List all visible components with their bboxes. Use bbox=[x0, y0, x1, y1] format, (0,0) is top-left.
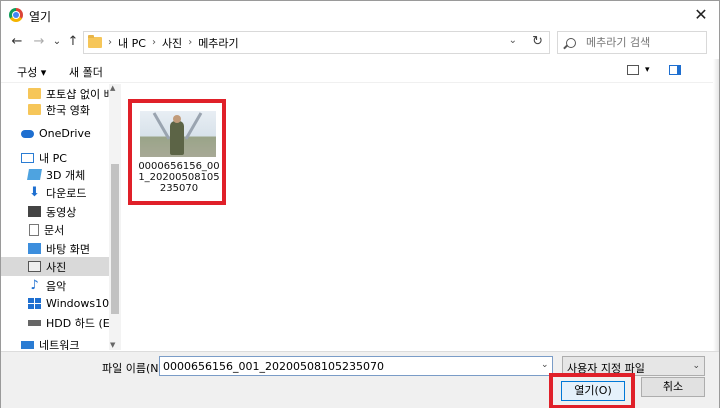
back-button[interactable]: ← bbox=[9, 34, 25, 50]
sidebar-item-downloads[interactable]: ⬇ 다운로드 bbox=[1, 183, 109, 202]
image-thumbnail bbox=[140, 111, 216, 157]
sidebar-item-pictures[interactable]: 사진 bbox=[1, 257, 109, 276]
sidebar-item-hdd[interactable]: HDD 하드 (E:) bbox=[1, 313, 109, 332]
bottom-bar: 파일 이름(N): ⌄ 사용자 지정 파일 ⌄ 열기(O) 취소 bbox=[1, 351, 719, 408]
folder-icon bbox=[28, 88, 41, 99]
window-edge bbox=[713, 59, 719, 351]
open-button[interactable]: 열기(O) bbox=[561, 381, 625, 401]
sidebar-item-label: 다운로드 bbox=[46, 186, 87, 200]
sidebar-item-label: OneDrive bbox=[39, 127, 91, 140]
sidebar-item-folder-korean-movies[interactable]: 한국 영화 bbox=[1, 100, 109, 119]
network-icon bbox=[21, 340, 34, 349]
download-icon: ⬇ bbox=[29, 185, 40, 200]
sidebar-item-label: 사진 bbox=[46, 260, 67, 274]
up-button[interactable]: ↑ bbox=[65, 34, 81, 50]
organize-button[interactable]: 구성 ▾ bbox=[17, 64, 46, 80]
pictures-icon bbox=[28, 261, 41, 272]
windows-drive-icon bbox=[28, 298, 41, 309]
sidebar-item-label: 문서 bbox=[44, 223, 65, 237]
view-options-icon[interactable] bbox=[627, 65, 639, 75]
filename-label: 파일 이름(N): bbox=[102, 362, 167, 375]
search-box[interactable] bbox=[557, 31, 707, 54]
scroll-down-icon[interactable]: ▼ bbox=[110, 341, 115, 349]
sidebar-item-label: 한국 영화 bbox=[46, 103, 90, 117]
view-menu-button[interactable]: ▾ bbox=[645, 65, 650, 75]
sidebar-item-onedrive[interactable]: OneDrive bbox=[1, 124, 109, 143]
sidebar-item-videos[interactable]: 동영상 bbox=[1, 202, 109, 221]
breadcrumb-my-pc[interactable]: 내 PC bbox=[118, 35, 146, 51]
onedrive-icon bbox=[21, 129, 34, 138]
recent-locations-button[interactable]: ⌄ bbox=[49, 34, 65, 50]
breadcrumb-separator[interactable]: › bbox=[152, 37, 156, 48]
folder-icon bbox=[28, 104, 41, 115]
window-title: 열기 bbox=[29, 10, 52, 24]
preview-pane-icon[interactable] bbox=[669, 65, 681, 75]
open-button-highlight: 열기(O) bbox=[549, 373, 635, 408]
breadcrumb-separator[interactable]: › bbox=[188, 37, 192, 48]
sidebar-item-desktop[interactable]: 바탕 화면 bbox=[1, 239, 109, 258]
sidebar-item-label: 동영상 bbox=[46, 205, 77, 219]
sidebar-item-label: 내 PC bbox=[39, 151, 67, 165]
file-item-highlighted[interactable]: 0000656156_00 1_20200508105 235070 bbox=[128, 99, 226, 205]
new-folder-button[interactable]: 새 폴더 bbox=[69, 64, 103, 80]
breadcrumb-pictures[interactable]: 사진 bbox=[162, 35, 182, 51]
hdd-icon bbox=[28, 319, 41, 326]
sidebar-item-label: 3D 개체 bbox=[46, 168, 86, 182]
navigation-pane: 포토샵 없이 배경 한국 영화 OneDrive 내 PC 3D 개체 ⬇ 다운… bbox=[1, 84, 121, 350]
sidebar-item-label: HDD 하드 (E:) bbox=[46, 316, 109, 330]
navigation-row: ← → ⌄ ↑ › 내 PC › 사진 › 메추라기 ⌄ ↻ bbox=[1, 29, 719, 57]
sidebar-item-network[interactable]: 네트워크 bbox=[1, 335, 109, 350]
desktop-icon bbox=[28, 243, 41, 254]
sidebar-item-label: 네트워크 bbox=[39, 338, 80, 351]
chrome-icon bbox=[9, 8, 23, 22]
document-icon bbox=[29, 223, 39, 236]
command-bar: 구성 ▾ 새 폴더 ▾ bbox=[1, 59, 719, 83]
scrollbar-thumb[interactable] bbox=[111, 164, 119, 314]
sidebar-item-label: Windows10 (C:) bbox=[46, 297, 109, 310]
chevron-down-icon: ⌄ bbox=[692, 361, 700, 371]
close-button[interactable]: ✕ bbox=[691, 5, 711, 25]
search-icon bbox=[566, 37, 576, 48]
filename-input[interactable] bbox=[159, 356, 553, 376]
sidebar-item-label: 음악 bbox=[46, 279, 67, 293]
scroll-up-icon[interactable]: ▲ bbox=[110, 84, 115, 92]
sidebar-item-label: 바탕 화면 bbox=[46, 242, 90, 256]
video-icon bbox=[28, 206, 41, 217]
sidebar-item-3d-objects[interactable]: 3D 개체 bbox=[1, 165, 109, 184]
file-list-pane: 0000656156_00 1_20200508105 235070 bbox=[122, 84, 719, 350]
pc-icon bbox=[21, 152, 34, 163]
sidebar-item-windows-drive[interactable]: Windows10 (C:) bbox=[1, 294, 109, 313]
breadcrumb-current-folder[interactable]: 메추라기 bbox=[198, 35, 238, 51]
refresh-icon[interactable]: ↻ bbox=[532, 34, 543, 49]
sidebar-item-documents[interactable]: 문서 bbox=[1, 220, 109, 239]
sidebar-item-music[interactable]: ♪ 음악 bbox=[1, 276, 109, 295]
navigation-scrollbar[interactable]: ▲ ▼ bbox=[109, 84, 121, 350]
open-file-dialog: 열기 ✕ ← → ⌄ ↑ › 내 PC › 사진 › 메추라기 ⌄ ↻ 구성 ▾… bbox=[0, 0, 720, 408]
breadcrumb-separator: › bbox=[108, 37, 112, 48]
folder-icon bbox=[88, 35, 102, 48]
file-name-label: 0000656156_00 1_20200508105 235070 bbox=[138, 161, 220, 194]
chevron-down-icon[interactable]: ⌄ bbox=[541, 360, 549, 370]
address-bar[interactable]: › 내 PC › 사진 › 메추라기 ⌄ ↻ bbox=[83, 31, 550, 54]
title-bar: 열기 ✕ bbox=[1, 1, 719, 29]
cancel-button[interactable]: 취소 bbox=[641, 377, 705, 397]
music-icon: ♪ bbox=[30, 278, 39, 293]
forward-button[interactable]: → bbox=[31, 34, 47, 50]
3d-objects-icon bbox=[27, 169, 42, 180]
chevron-down-icon[interactable]: ⌄ bbox=[509, 35, 517, 46]
search-input[interactable] bbox=[586, 36, 706, 49]
